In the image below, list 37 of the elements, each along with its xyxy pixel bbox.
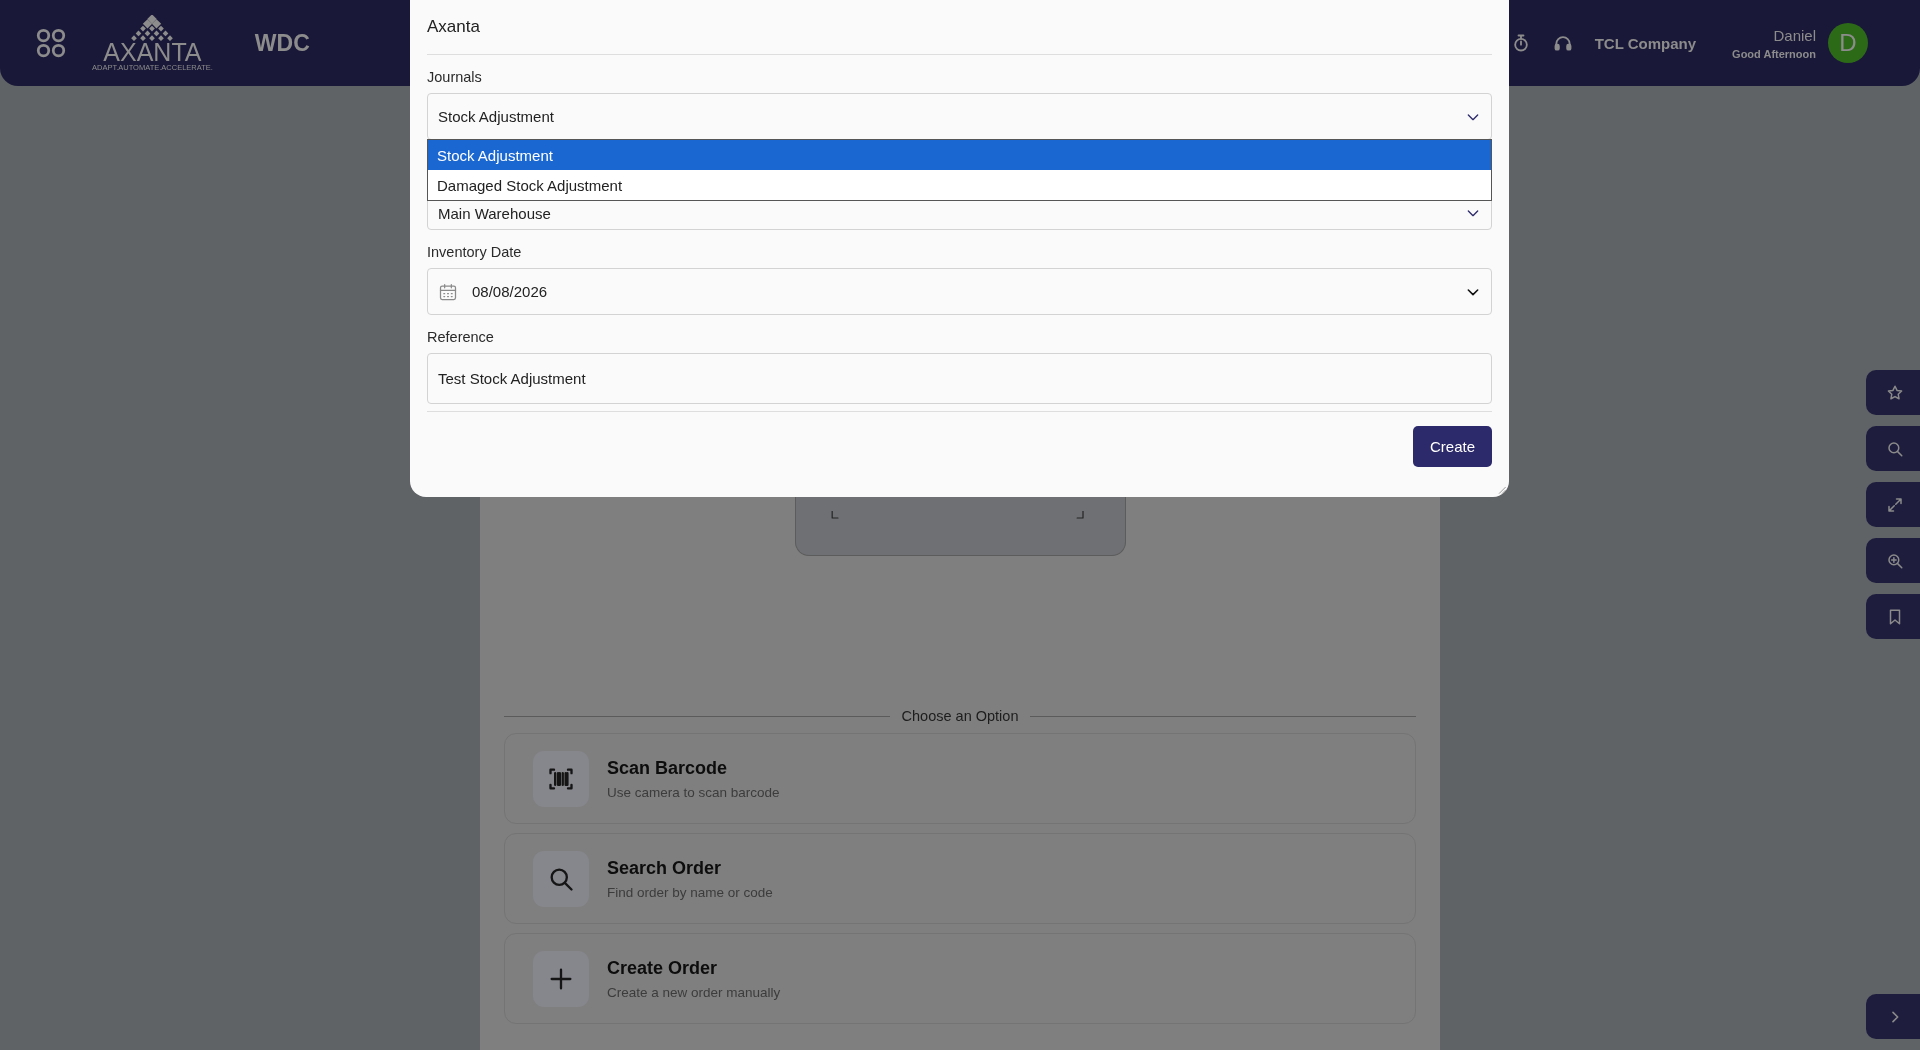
zoom-in-icon: [1886, 551, 1904, 570]
search-icon: [1886, 439, 1904, 458]
option-card[interactable]: Create Order Create a new order manually: [504, 933, 1416, 1024]
field-label: Inventory Date: [427, 244, 523, 260]
greeting-text: Good Afternoon: [1732, 47, 1816, 60]
calendar-icon: [438, 281, 458, 302]
search-button[interactable]: [1866, 426, 1920, 471]
zoom-button[interactable]: [1866, 538, 1920, 583]
create-button[interactable]: Create: [1412, 426, 1492, 467]
expand-arrows-icon: [1886, 495, 1904, 514]
option-title: Search Order: [607, 857, 723, 879]
option-description: Create a new order manually: [607, 984, 781, 1000]
company-name[interactable]: TCL Company: [1594, 34, 1697, 52]
option-description: Use camera to scan barcode: [607, 784, 780, 800]
dialog-title: Axanta: [427, 0, 1492, 55]
field-label: Reference: [427, 329, 495, 345]
apps-menu-icon[interactable]: [36, 28, 66, 58]
bookmark-button[interactable]: [1866, 594, 1920, 639]
field-label: Journals: [427, 69, 483, 85]
option-card[interactable]: Scan Barcode Use camera to scan barcode: [504, 733, 1416, 824]
fullscreen-button[interactable]: [1866, 482, 1920, 527]
dropdown-option[interactable]: Stock Adjustment: [428, 140, 1491, 170]
resize-handle-icon[interactable]: [1498, 486, 1506, 494]
option-title: Create Order: [607, 957, 719, 979]
reference-field[interactable]: Test Stock Adjustment: [427, 353, 1492, 404]
user-name: Daniel: [1773, 26, 1816, 44]
favorite-button[interactable]: [1866, 370, 1920, 415]
option-title: Scan Barcode: [607, 757, 729, 779]
option-card[interactable]: Search Order Find order by name or code: [504, 833, 1416, 924]
site-name: WDC: [254, 29, 310, 57]
option-description: Find order by name or code: [607, 884, 773, 900]
headset-icon[interactable]: [1552, 33, 1573, 53]
dropdown-field[interactable]: Stock Adjustment: [427, 93, 1492, 140]
section-divider-label: Choose an Option: [901, 708, 1019, 724]
date-field[interactable]: 08/08/2026: [427, 268, 1492, 315]
expand-panel-button[interactable]: [1866, 994, 1920, 1039]
star-icon: [1886, 383, 1904, 402]
